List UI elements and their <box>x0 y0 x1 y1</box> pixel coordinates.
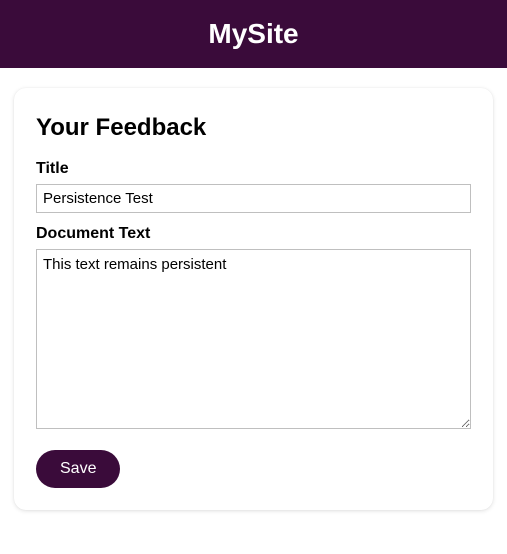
title-input[interactable] <box>36 184 471 213</box>
form-heading: Your Feedback <box>36 114 471 142</box>
document-text-textarea[interactable]: This text remains persistent <box>36 249 471 429</box>
site-header: MySite <box>0 0 507 68</box>
site-title: MySite <box>0 18 507 50</box>
document-text-label: Document Text <box>36 225 471 243</box>
save-button[interactable]: Save <box>36 450 120 488</box>
title-label: Title <box>36 160 471 178</box>
feedback-card: Your Feedback Title Document Text This t… <box>14 88 493 510</box>
